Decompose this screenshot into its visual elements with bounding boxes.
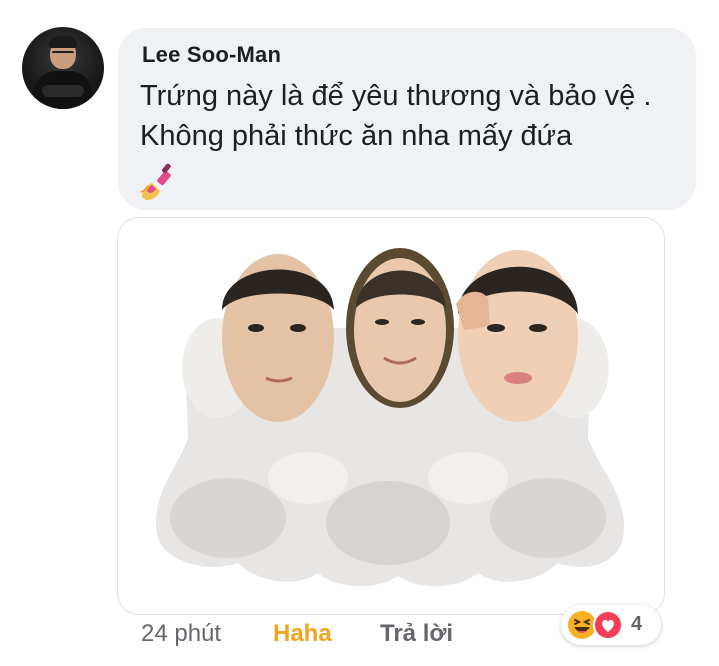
comment-bubble: Lee Soo-Man Trứng này là để yêu thương v… — [118, 28, 696, 210]
nail-polish-icon — [140, 163, 171, 200]
comment-timestamp[interactable]: 24 phút — [141, 620, 221, 648]
reply-button[interactable]: Trả lời — [380, 620, 453, 648]
avatar-glasses — [52, 51, 74, 58]
avatar[interactable] — [22, 27, 104, 109]
reaction-count: 4 — [631, 613, 643, 635]
comment-author[interactable]: Lee Soo-Man — [142, 42, 281, 68]
avatar-hair — [49, 36, 77, 48]
love-icon — [593, 610, 623, 640]
comment-container: Lee Soo-Man Trứng này là để yêu thương v… — [0, 0, 719, 666]
comment-image[interactable] — [117, 217, 665, 615]
comment-text: Trứng này là để yêu thương và bảo vệ . K… — [140, 80, 652, 152]
reaction-summary[interactable]: 4 — [561, 605, 661, 645]
haha-reaction-button[interactable]: Haha — [273, 620, 332, 648]
avatar-arm — [42, 85, 84, 97]
egg-tray-meme-image — [118, 218, 664, 614]
